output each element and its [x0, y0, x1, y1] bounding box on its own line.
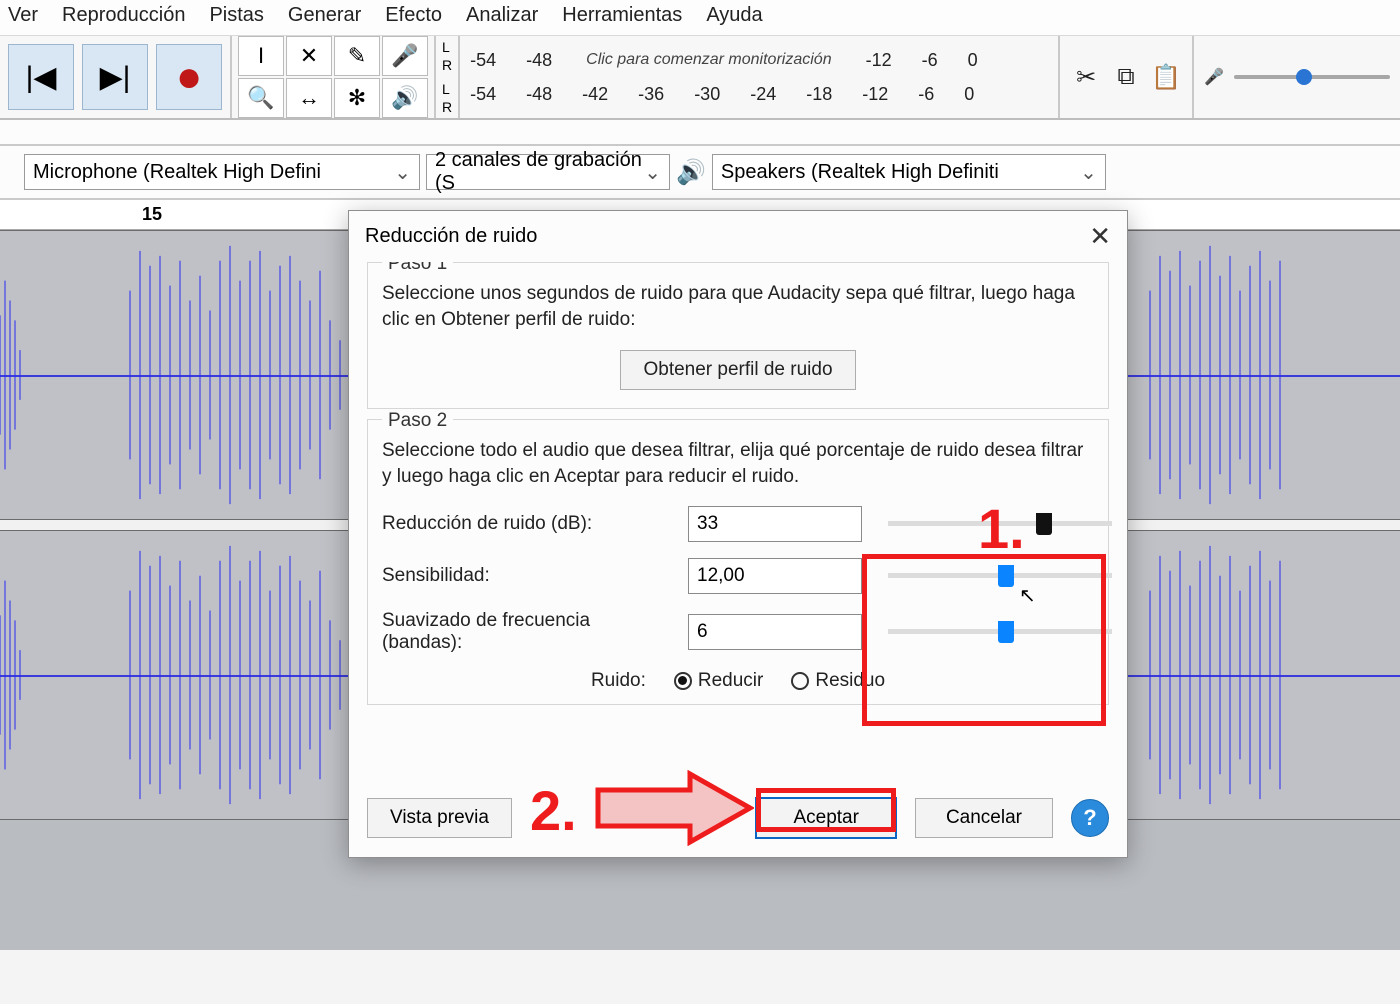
- menu-reproduccion[interactable]: Reproducción: [62, 4, 185, 27]
- output-device-value: Speakers (Realtek High Definiti: [721, 161, 999, 184]
- noise-label: Ruido:: [591, 670, 646, 692]
- level-meters[interactable]: -54 -48 Clic para comenzar monitorizació…: [460, 36, 1060, 118]
- ruler-mark: 15: [142, 204, 162, 225]
- meter-l-label: L: [442, 38, 450, 56]
- meter-tick: -48: [526, 50, 552, 71]
- meter-r-label2: R: [442, 98, 452, 116]
- meter-tick: -36: [638, 84, 664, 105]
- envelope-tool-icon[interactable]: ✕: [286, 36, 332, 76]
- dialog-titlebar: Reducción de ruido ✕: [349, 211, 1127, 262]
- help-button[interactable]: ?: [1071, 799, 1109, 837]
- device-toolbar: Microphone (Realtek High Defini ⌄ 2 cana…: [0, 146, 1400, 200]
- input-device-value: Microphone (Realtek High Defini: [33, 161, 321, 184]
- input-device-dropdown[interactable]: Microphone (Realtek High Defini ⌄: [24, 154, 420, 190]
- smoothing-input[interactable]: [688, 614, 862, 650]
- transport-controls: |◀ ▶| ●: [0, 36, 232, 118]
- step1-legend: Paso 1: [382, 262, 453, 275]
- paste-icon[interactable]: 📋: [1148, 59, 1184, 95]
- draw-tool-icon[interactable]: ✎: [334, 36, 380, 76]
- lr-labels: L R L R: [436, 36, 460, 118]
- meter-l-label2: L: [442, 80, 450, 98]
- meter-tick: -12: [866, 50, 892, 71]
- meter-tick: 0: [964, 84, 974, 105]
- reduction-input[interactable]: [688, 506, 862, 542]
- menu-bar: Ver Reproducción Pistas Generar Efecto A…: [0, 0, 1400, 36]
- smoothing-row: Suavizado de frecuencia (bandas):: [382, 610, 1094, 654]
- dialog-title: Reducción de ruido: [365, 225, 537, 248]
- reduction-slider[interactable]: [888, 521, 1112, 526]
- menu-ver[interactable]: Ver: [8, 4, 38, 27]
- menu-pistas[interactable]: Pistas: [209, 4, 263, 27]
- zoom-tool-icon[interactable]: 🔍: [238, 78, 284, 118]
- speaker-icon: 🔊: [676, 158, 706, 187]
- meter-tick: 0: [968, 50, 978, 71]
- selection-tool-icon[interactable]: I: [238, 36, 284, 76]
- radio-reduce[interactable]: Reducir: [674, 670, 763, 692]
- meter-tick: -48: [526, 84, 552, 105]
- close-icon[interactable]: ✕: [1089, 221, 1111, 252]
- sensitivity-label: Sensibilidad:: [382, 565, 672, 587]
- meter-tick: -42: [582, 84, 608, 105]
- multi-tool-icon[interactable]: ✻: [334, 78, 380, 118]
- meter-tick: -6: [918, 84, 934, 105]
- cut-icon[interactable]: ✂: [1068, 59, 1104, 95]
- dialog-footer: Vista previa Aceptar Cancelar ?: [349, 791, 1127, 857]
- menu-generar[interactable]: Generar: [288, 4, 361, 27]
- skip-start-button[interactable]: |◀: [8, 44, 74, 110]
- preview-button[interactable]: Vista previa: [367, 798, 512, 838]
- step1-text: Seleccione unos segundos de ruido para q…: [382, 281, 1094, 332]
- record-button[interactable]: ●: [156, 44, 222, 110]
- reduction-row: Reducción de ruido (dB):: [382, 506, 1094, 542]
- chevron-down-icon: ⌄: [394, 160, 411, 185]
- playback-volume[interactable]: 🎤: [1194, 36, 1400, 118]
- meter-tick: -24: [750, 84, 776, 105]
- sensitivity-row: Sensibilidad:: [382, 558, 1094, 594]
- smoothing-label: Suavizado de frecuencia (bandas):: [382, 610, 672, 654]
- chevron-down-icon: ⌄: [1080, 160, 1097, 185]
- cancel-button[interactable]: Cancelar: [915, 798, 1053, 838]
- meter-tick: -54: [470, 50, 496, 71]
- channels-value: 2 canales de grabación (S: [435, 149, 644, 195]
- mic-icon: 🎤: [1204, 67, 1224, 87]
- monitor-hint[interactable]: Clic para comenzar monitorización: [586, 51, 831, 69]
- sensitivity-input[interactable]: [688, 558, 862, 594]
- meter-r-label: R: [442, 56, 452, 74]
- toolbar: |◀ ▶| ● I ✕ ✎ 🎤 🔍 ↔ ✻ 🔊 L R L R -54 -48 …: [0, 36, 1400, 120]
- noise-mode-row: Ruido: Reducir Residuo: [382, 670, 1094, 692]
- timeshift-tool-icon[interactable]: ↔: [286, 78, 332, 118]
- edit-tools: ✂ ⧉ 📋: [1060, 36, 1194, 118]
- get-noise-profile-button[interactable]: Obtener perfil de ruido: [620, 350, 855, 390]
- tool-selector: I ✕ ✎ 🎤 🔍 ↔ ✻ 🔊: [232, 36, 436, 118]
- step1-group: Paso 1 Seleccione unos segundos de ruido…: [367, 262, 1109, 409]
- copy-icon[interactable]: ⧉: [1108, 59, 1144, 95]
- menu-analizar[interactable]: Analizar: [466, 4, 538, 27]
- step2-group: Paso 2 Seleccione todo el audio que dese…: [367, 419, 1109, 704]
- meter-tick: -30: [694, 84, 720, 105]
- menu-herramientas[interactable]: Herramientas: [562, 4, 682, 27]
- smoothing-slider[interactable]: [888, 629, 1112, 634]
- menu-efecto[interactable]: Efecto: [385, 4, 442, 27]
- output-device-dropdown[interactable]: Speakers (Realtek High Definiti ⌄: [712, 154, 1106, 190]
- menu-ayuda[interactable]: Ayuda: [706, 4, 762, 27]
- step2-text: Seleccione todo el audio que desea filtr…: [382, 438, 1094, 489]
- chevron-down-icon: ⌄: [644, 160, 661, 185]
- meter-tick: -6: [922, 50, 938, 71]
- noise-reduction-dialog: Reducción de ruido ✕ Paso 1 Seleccione u…: [348, 210, 1128, 858]
- meter-tick: -18: [806, 84, 832, 105]
- meter-tick: -12: [862, 84, 888, 105]
- sensitivity-slider[interactable]: [888, 573, 1112, 578]
- speaker-tool-icon[interactable]: 🔊: [382, 78, 428, 118]
- reduction-label: Reducción de ruido (dB):: [382, 513, 672, 535]
- mic-tool-icon[interactable]: 🎤: [382, 36, 428, 76]
- skip-end-button[interactable]: ▶|: [82, 44, 148, 110]
- radio-residue[interactable]: Residuo: [791, 670, 885, 692]
- accept-button[interactable]: Aceptar: [755, 797, 896, 839]
- channels-dropdown[interactable]: 2 canales de grabación (S ⌄: [426, 154, 670, 190]
- step2-legend: Paso 2: [382, 410, 453, 432]
- meter-tick: -54: [470, 84, 496, 105]
